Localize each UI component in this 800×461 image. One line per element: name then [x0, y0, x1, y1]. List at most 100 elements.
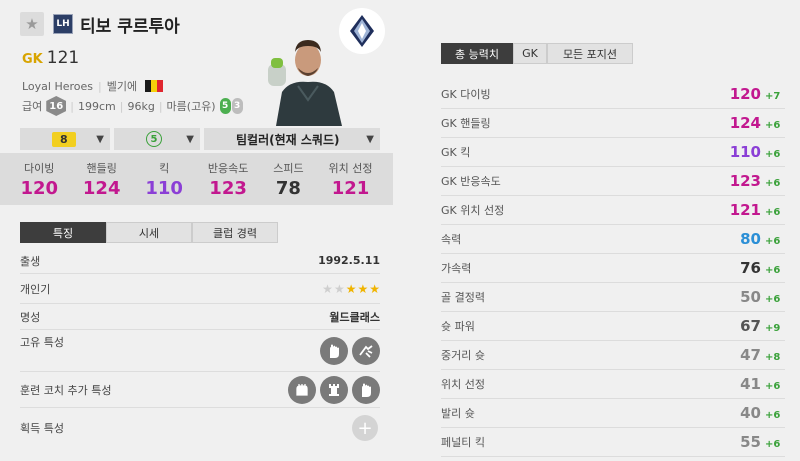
summary-stat-label: 위치 선정 [328, 161, 373, 175]
unique-trait-row: 고유 특성 [20, 330, 380, 372]
star-icon: ★ [25, 15, 39, 33]
attribute-bonus: +7 [765, 91, 781, 102]
attribute-label: 중거리 슛 [441, 349, 485, 362]
tab-gk[interactable]: GK [513, 43, 547, 64]
attribute-row: GK 위치 선정 121 +6 [441, 196, 785, 225]
summary-stat: 다이빙 120 [20, 160, 58, 199]
height: 199cm [77, 99, 116, 113]
attribute-label: GK 반응속도 [441, 175, 501, 188]
player-photo [268, 30, 348, 126]
attribute-value: 120 [729, 85, 761, 103]
upgrade-level-dropdown[interactable]: 8 ▼ [20, 128, 110, 150]
plus-icon: + [357, 417, 373, 439]
chevron-down-icon: ▼ [366, 133, 374, 145]
attribute-bonus: +6 [765, 178, 781, 189]
attribute-bonus: +6 [765, 294, 781, 305]
weight: 96kg [127, 99, 155, 113]
club-logo [339, 8, 385, 54]
tab-total-stats[interactable]: 총 능력치 [441, 43, 513, 64]
training-level-value: 5 [146, 131, 162, 147]
long-throw-trait-icon[interactable] [352, 375, 380, 404]
attribute-label: GK 위치 선정 [441, 204, 505, 217]
chevron-down-icon: ▼ [96, 133, 104, 145]
attribute-bonus: +8 [765, 352, 781, 363]
summary-stat: 반응속도 123 [208, 160, 248, 199]
attributes-panel: 총 능력치 GK 모든 포지션 GK 다이빙 120 +7 GK 핸들링 124 +6 GK… [393, 0, 800, 461]
summary-stat-label: 킥 [159, 161, 170, 175]
position-overall: GK 121 [22, 48, 79, 68]
star-icon: ★ [369, 281, 380, 296]
attribute-bonus: +6 [765, 265, 781, 276]
summary-stat-label: 반응속도 [207, 161, 249, 175]
body-type: 마름(고유) [166, 100, 216, 113]
feature-rows: 출생 1992.5.11 개인기 ★ ★ ★ ★ ★ 명성 월드클래스 고유 특성 훈련… [20, 248, 380, 448]
team-color-value: 팀컬러(현재 스쿼드) [236, 132, 340, 147]
training-level-dropdown[interactable]: 5 ▼ [114, 128, 200, 150]
attribute-value: 80 [740, 230, 761, 248]
tab-all-positions[interactable]: 모든 포지션 [547, 43, 633, 64]
birth-value: 1992.5.11 [318, 254, 380, 267]
attribute-row: 발리 슛 40 +6 [441, 399, 785, 428]
player-name: 티보 쿠르투아 [80, 17, 180, 37]
attribute-value: 110 [729, 143, 761, 161]
add-trait-button[interactable]: + [352, 415, 378, 441]
pay-grade-badge: 16 [46, 96, 67, 116]
fame-row: 명성 월드클래스 [20, 304, 380, 330]
rush-out-trait-icon[interactable] [352, 336, 380, 365]
attribute-bonus: +6 [765, 120, 781, 131]
attribute-value: 67 [740, 317, 761, 335]
attribute-value: 47 [740, 346, 761, 364]
summary-stat-value: 120 [20, 177, 59, 199]
attribute-row: 중거리 슛 47 +8 [441, 341, 785, 370]
skill-stars: ★ ★ ★ ★ ★ [322, 282, 380, 296]
position-label: GK [22, 52, 43, 67]
unique-trait-label: 고유 특성 [20, 336, 64, 349]
team-name: Loyal Heroes [22, 79, 94, 93]
attribute-row: 가속력 76 +6 [441, 254, 785, 283]
attribute-label: 발리 슛 [441, 407, 475, 420]
selector-row: 8 ▼ 5 ▼ 팀컬러(현재 스쿼드) ▼ [20, 128, 380, 150]
nationality: 벨기에 [106, 80, 138, 93]
summary-stat-value: 124 [82, 177, 121, 199]
tab-price[interactable]: 시세 [106, 222, 192, 243]
player-card-panel: ★ LH 티보 쿠르투아 GK 121 Loyal Heroes | 벨기에 급여… [0, 0, 393, 461]
acquired-trait-label: 획득 특성 [20, 422, 64, 435]
attribute-value: 121 [729, 201, 761, 219]
summary-stat-value: 78 [275, 177, 301, 199]
attribute-row: 슛 파워 67 +9 [441, 312, 785, 341]
skill-moves-label: 개인기 [20, 282, 51, 296]
star-icon: ★ [357, 281, 369, 296]
summary-stat: 핸들링 124 [83, 160, 121, 199]
tab-features[interactable]: 특징 [20, 222, 106, 243]
coach-trait-row: 훈련 코치 추가 특성 [20, 372, 380, 408]
birth-row: 출생 1992.5.11 [20, 248, 380, 274]
attribute-value: 123 [729, 172, 761, 190]
left-tabs: 특징 시세 클럽 경력 [20, 222, 278, 243]
attribute-label: 위치 선정 [441, 378, 485, 391]
vancouver-crest-icon [350, 15, 374, 47]
upgrade-level-value: 8 [52, 131, 76, 147]
team-nation-line: Loyal Heroes | 벨기에 [22, 78, 164, 94]
glove-trait-icon[interactable] [320, 336, 348, 365]
attribute-bonus: +6 [765, 439, 781, 450]
strong-foot-badge: 5 [219, 98, 231, 114]
tab-club-history[interactable]: 클럽 경력 [192, 222, 278, 243]
attribute-value: 41 [740, 375, 761, 393]
attribute-row: GK 다이빙 120 +7 [441, 80, 785, 109]
attribute-value: 50 [740, 288, 761, 306]
attribute-label: GK 핸들링 [441, 117, 491, 130]
punch-trait-icon[interactable] [288, 375, 316, 404]
attribute-label: 페널티 킥 [441, 436, 485, 449]
favorite-star-button[interactable]: ★ [20, 12, 44, 36]
attribute-value: 76 [740, 259, 761, 277]
belgium-flag-icon [145, 80, 164, 92]
overall-rating: 121 [46, 48, 80, 68]
summary-stat-value: 110 [145, 177, 183, 199]
team-color-dropdown[interactable]: 팀컬러(현재 스쿼드) ▼ [204, 128, 380, 150]
attribute-bonus: +9 [765, 323, 781, 334]
attribute-row: GK 핸들링 124 +6 [441, 109, 785, 138]
attribute-label: GK 킥 [441, 146, 471, 159]
season-badge: LH [53, 14, 73, 34]
rook-trait-icon[interactable] [320, 375, 348, 404]
star-icon: ★ [322, 281, 333, 296]
